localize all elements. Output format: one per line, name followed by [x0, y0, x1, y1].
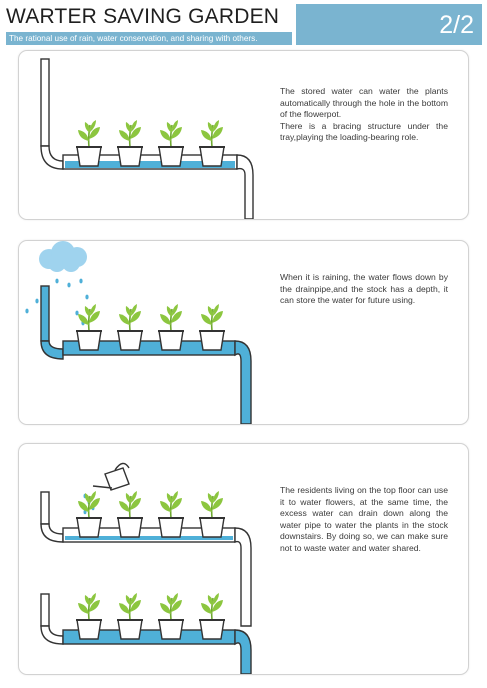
pipe-elbow [40, 523, 64, 543]
top-floor-watering-illustration [40, 462, 252, 674]
seedling-icon [119, 120, 141, 148]
page-number: 2/2 [439, 11, 474, 39]
seedling-icon [119, 491, 141, 519]
drain-pipe [40, 58, 50, 147]
panel-text: The residents living on the top floor ca… [280, 485, 448, 555]
raindrop [25, 308, 29, 314]
panel-rain-collection: When it is raining, the water flows down… [18, 240, 469, 425]
flowerpot-icon [199, 330, 225, 351]
panel-tray-storage: The stored water can water the plants au… [18, 50, 469, 220]
watering-can-icon [92, 462, 130, 491]
seedling-icon [78, 304, 100, 332]
raindrop [67, 282, 71, 288]
pipe-elbow [234, 340, 252, 424]
seedling-icon [78, 120, 100, 148]
drain-pipe [40, 491, 50, 525]
pipe-elbow [40, 340, 64, 360]
raindrop [85, 294, 89, 300]
seedling-icon [119, 304, 141, 332]
pipe-elbow [236, 154, 254, 219]
panel-text: The stored water can water the plants au… [280, 86, 448, 144]
rain-cloud-icon [39, 241, 87, 272]
flowerpot-icon [158, 330, 184, 351]
flowerpot-icon [117, 146, 143, 167]
panel-text: When it is raining, the water flows down… [280, 272, 448, 307]
flowerpot-icon [76, 517, 102, 538]
seedling-icon [119, 593, 141, 621]
subtitle-bar: The rational use of rain, water conserva… [6, 32, 292, 45]
raindrop [35, 298, 39, 304]
page-number-box: 2/2 [296, 4, 482, 45]
raindrop [55, 278, 59, 284]
seedling-icon [201, 304, 223, 332]
seedling-icon [160, 304, 182, 332]
page-title: WARTER SAVING GARDEN [6, 5, 280, 28]
seedling-icon [78, 491, 100, 519]
panel-paragraph: When it is raining, the water flows down… [280, 272, 448, 306]
flowerpot-icon [199, 146, 225, 167]
flowerpot-icon [117, 619, 143, 640]
pipe-elbow [234, 527, 252, 627]
seedling-icon [78, 593, 100, 621]
flowerpot-icon [158, 146, 184, 167]
drain-pipe [40, 285, 50, 342]
seedling-icon [201, 491, 223, 519]
seedling-icon [160, 120, 182, 148]
panel-paragraph: The residents living on the top floor ca… [280, 485, 448, 553]
flowerpot-icon [117, 330, 143, 351]
pipe-elbow [234, 629, 252, 674]
page-subtitle: The rational use of rain, water conserva… [9, 34, 258, 43]
seedling-icon [201, 593, 223, 621]
panel-paragraph: There is a bracing structure under the t… [280, 120, 448, 143]
flowerpot-icon [199, 517, 225, 538]
flowerpot-icon [117, 517, 143, 538]
seedling-icon [160, 593, 182, 621]
flowerpot-icon [158, 619, 184, 640]
flowerpot-icon [158, 517, 184, 538]
pipe-elbow [40, 625, 64, 645]
flowerpot-icon [199, 619, 225, 640]
seedling-icon [160, 491, 182, 519]
pipe-elbow [40, 145, 64, 170]
raindrop [79, 278, 83, 284]
drain-pipe [40, 593, 50, 627]
flowerpot-icon [76, 330, 102, 351]
flowerpot-icon [76, 146, 102, 167]
flowerpot-icon [76, 619, 102, 640]
seedling-icon [201, 120, 223, 148]
panel-top-floor-watering: The residents living on the top floor ca… [18, 443, 469, 675]
panel-paragraph: The stored water can water the plants au… [280, 86, 448, 120]
rain-collection-illustration [25, 241, 252, 424]
